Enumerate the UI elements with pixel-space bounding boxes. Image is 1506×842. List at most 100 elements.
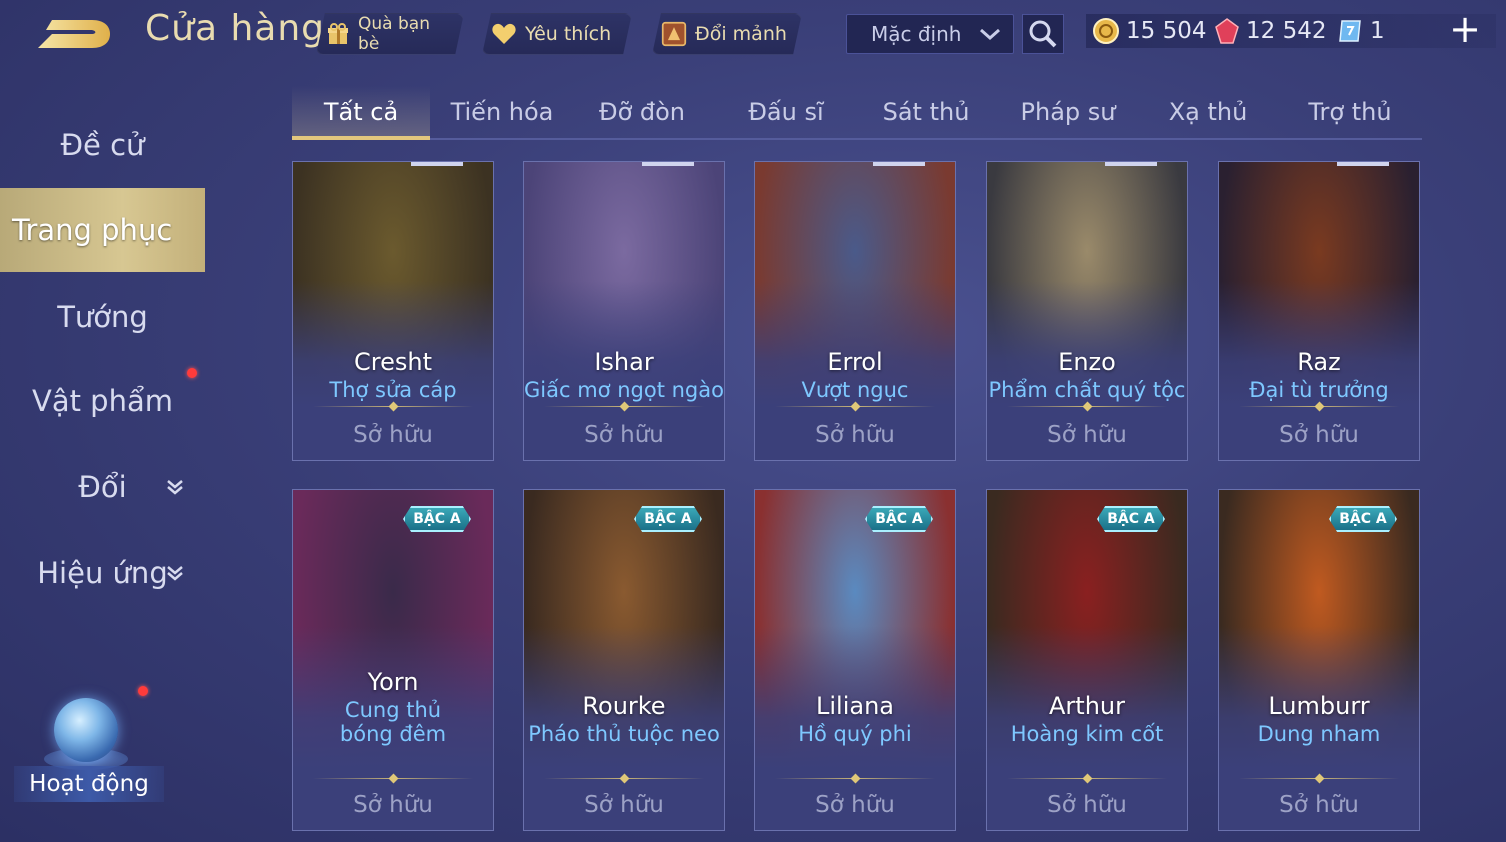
owned-status: Sở hữu [1279, 792, 1359, 818]
gift-icon [325, 21, 350, 47]
owned-status: Sở hữu [1047, 792, 1127, 818]
tab-fighter[interactable]: Đấu sĩ [718, 86, 854, 138]
hero-name: Enzo [1058, 348, 1116, 376]
tab-assassin[interactable]: Sát thủ [858, 86, 994, 138]
hero-name: Cresht [354, 348, 432, 376]
sidebar-item-exchange[interactable]: Đổi [0, 458, 205, 516]
tab-all[interactable]: Tất cả [292, 86, 430, 138]
skin-name: Phẩm chất quý tộc [988, 378, 1186, 402]
skin-card[interactable]: Enzo Phẩm chất quý tộc Sở hữu [986, 161, 1188, 461]
hero-name: Rourke [582, 692, 666, 720]
skin-name: Hồ quý phi [798, 722, 912, 746]
activity-orb-icon [54, 698, 118, 762]
gem-amount: 12 542 [1246, 18, 1327, 44]
tab-mage[interactable]: Pháp sư [1000, 86, 1136, 138]
owned-status: Sở hữu [1279, 422, 1359, 448]
card-top-tag [1337, 162, 1389, 166]
sidebar-item-label: Vật phẩm [31, 384, 173, 418]
chevron-down-icon [167, 566, 183, 581]
hero-name: Errol [827, 348, 883, 376]
sidebar-item-label: Hiệu ứng [37, 556, 168, 590]
skin-name: Hoàng kim cốt [1010, 722, 1164, 746]
notification-dot [187, 368, 197, 378]
sidebar-item-heroes[interactable]: Tướng [0, 288, 205, 346]
chevron-down-icon [980, 28, 1000, 41]
sidebar-item-label: Tướng [57, 300, 148, 334]
tab-tank[interactable]: Đỡ đòn [574, 86, 710, 138]
top-bar: Cửa hàng Quà bạn bè Yêu thích Đổi mảnh M… [0, 0, 1506, 70]
hero-name: Ishar [594, 348, 654, 376]
tier-badge: BẬC A [403, 506, 471, 532]
skin-name: Giấc mơ ngọt ngào [524, 378, 724, 402]
active-tab-underline [292, 136, 430, 140]
sidebar-item-items[interactable]: Vật phẩm [0, 368, 205, 430]
skin-card[interactable]: BẬC A Lumburr Dung nham Sở hữu [1218, 489, 1420, 831]
heart-icon [491, 21, 517, 47]
skin-name: Cung thủ bóng đêm [339, 698, 447, 746]
card-top-tag [873, 162, 925, 166]
sidebar-item-skins[interactable]: Trang phục [0, 188, 205, 272]
tab-support[interactable]: Trợ thủ [1282, 86, 1418, 138]
page-title: Cửa hàng [145, 8, 326, 49]
add-currency-button[interactable]: + [1448, 10, 1482, 48]
skin-card[interactable]: BẬC A Rourke Pháo thủ tuộc neo Sở hữu [523, 489, 725, 831]
skin-card[interactable]: Ishar Giấc mơ ngọt ngào Sở hữu [523, 161, 725, 461]
activity-label: Hoạt động [14, 766, 164, 802]
skin-card[interactable]: Cresht Thợ sửa cáp Sở hữu [292, 161, 494, 461]
sort-value: Mặc định [871, 22, 962, 46]
friend-gift-label: Quà bạn bè [358, 14, 430, 54]
friend-gift-button[interactable]: Quà bạn bè [316, 13, 464, 55]
sidebar-item-label: Đề cử [60, 128, 145, 162]
voucher-icon [1339, 20, 1361, 42]
sidebar-item-featured[interactable]: Đề cử [0, 116, 205, 174]
gem-balance: 12 542 [1214, 14, 1326, 48]
skin-name: Vượt ngục [801, 378, 909, 402]
skin-card[interactable]: BẬC A Yorn Cung thủ bóng đêm Sở hữu [292, 489, 494, 831]
tier-badge: BẬC A [1097, 506, 1165, 532]
exchange-shards-button[interactable]: Đổi mảnh [652, 13, 802, 55]
tier-badge: BẬC A [1329, 506, 1397, 532]
tab-evolution[interactable]: Tiến hóa [434, 86, 570, 138]
skin-name: Dung nham [1257, 722, 1381, 746]
skin-card[interactable]: BẬC A Liliana Hồ quý phi Sở hữu [754, 489, 956, 831]
favorites-button[interactable]: Yêu thích [482, 13, 632, 55]
skin-card[interactable]: BẬC A Arthur Hoàng kim cốt Sở hữu [986, 489, 1188, 831]
skin-name: Đại tù trưởng [1249, 378, 1389, 402]
voucher-amount: 1 [1370, 18, 1385, 44]
owned-status: Sở hữu [584, 422, 664, 448]
tier-badge: BẬC A [865, 506, 933, 532]
sidebar-item-label: Trang phục [12, 213, 173, 247]
tier-badge: BẬC A [634, 506, 702, 532]
tab-marksman[interactable]: Xạ thủ [1140, 86, 1276, 138]
hero-name: Liliana [816, 692, 894, 720]
sort-dropdown[interactable]: Mặc định [846, 14, 1014, 54]
plus-icon: + [1449, 7, 1481, 51]
chevron-down-icon [167, 480, 183, 495]
category-tabs: Tất cả Tiến hóa Đỡ đòn Đấu sĩ Sát thủ Ph… [292, 86, 1422, 140]
card-top-tag [411, 162, 463, 166]
owned-status: Sở hữu [1047, 422, 1127, 448]
activity-button[interactable]: Hoạt động [14, 686, 164, 810]
hero-name: Raz [1297, 348, 1341, 376]
search-icon [1029, 20, 1057, 48]
owned-status: Sở hữu [815, 792, 895, 818]
hero-name: Yorn [367, 668, 419, 696]
back-arrow-icon [38, 20, 110, 48]
search-button[interactable] [1022, 14, 1064, 54]
owned-status: Sở hữu [353, 792, 433, 818]
notification-dot [138, 686, 148, 696]
owned-status: Sở hữu [353, 422, 433, 448]
skin-card[interactable]: Raz Đại tù trưởng Sở hữu [1218, 161, 1420, 461]
skin-name: Thợ sửa cáp [329, 378, 457, 402]
skin-name: Pháo thủ tuộc neo [528, 722, 720, 746]
sidebar-item-label: Đổi [78, 470, 127, 504]
favorites-label: Yêu thích [525, 23, 612, 45]
shard-chest-icon [661, 21, 687, 47]
exchange-shards-label: Đổi mảnh [695, 23, 787, 45]
hero-name: Arthur [1049, 692, 1125, 720]
skin-card[interactable]: Errol Vượt ngục Sở hữu [754, 161, 956, 461]
card-top-tag [1105, 162, 1157, 166]
sidebar-item-effects[interactable]: Hiệu ứng [0, 544, 205, 602]
back-button[interactable] [30, 12, 114, 54]
gold-amount: 15 504 [1126, 18, 1207, 44]
